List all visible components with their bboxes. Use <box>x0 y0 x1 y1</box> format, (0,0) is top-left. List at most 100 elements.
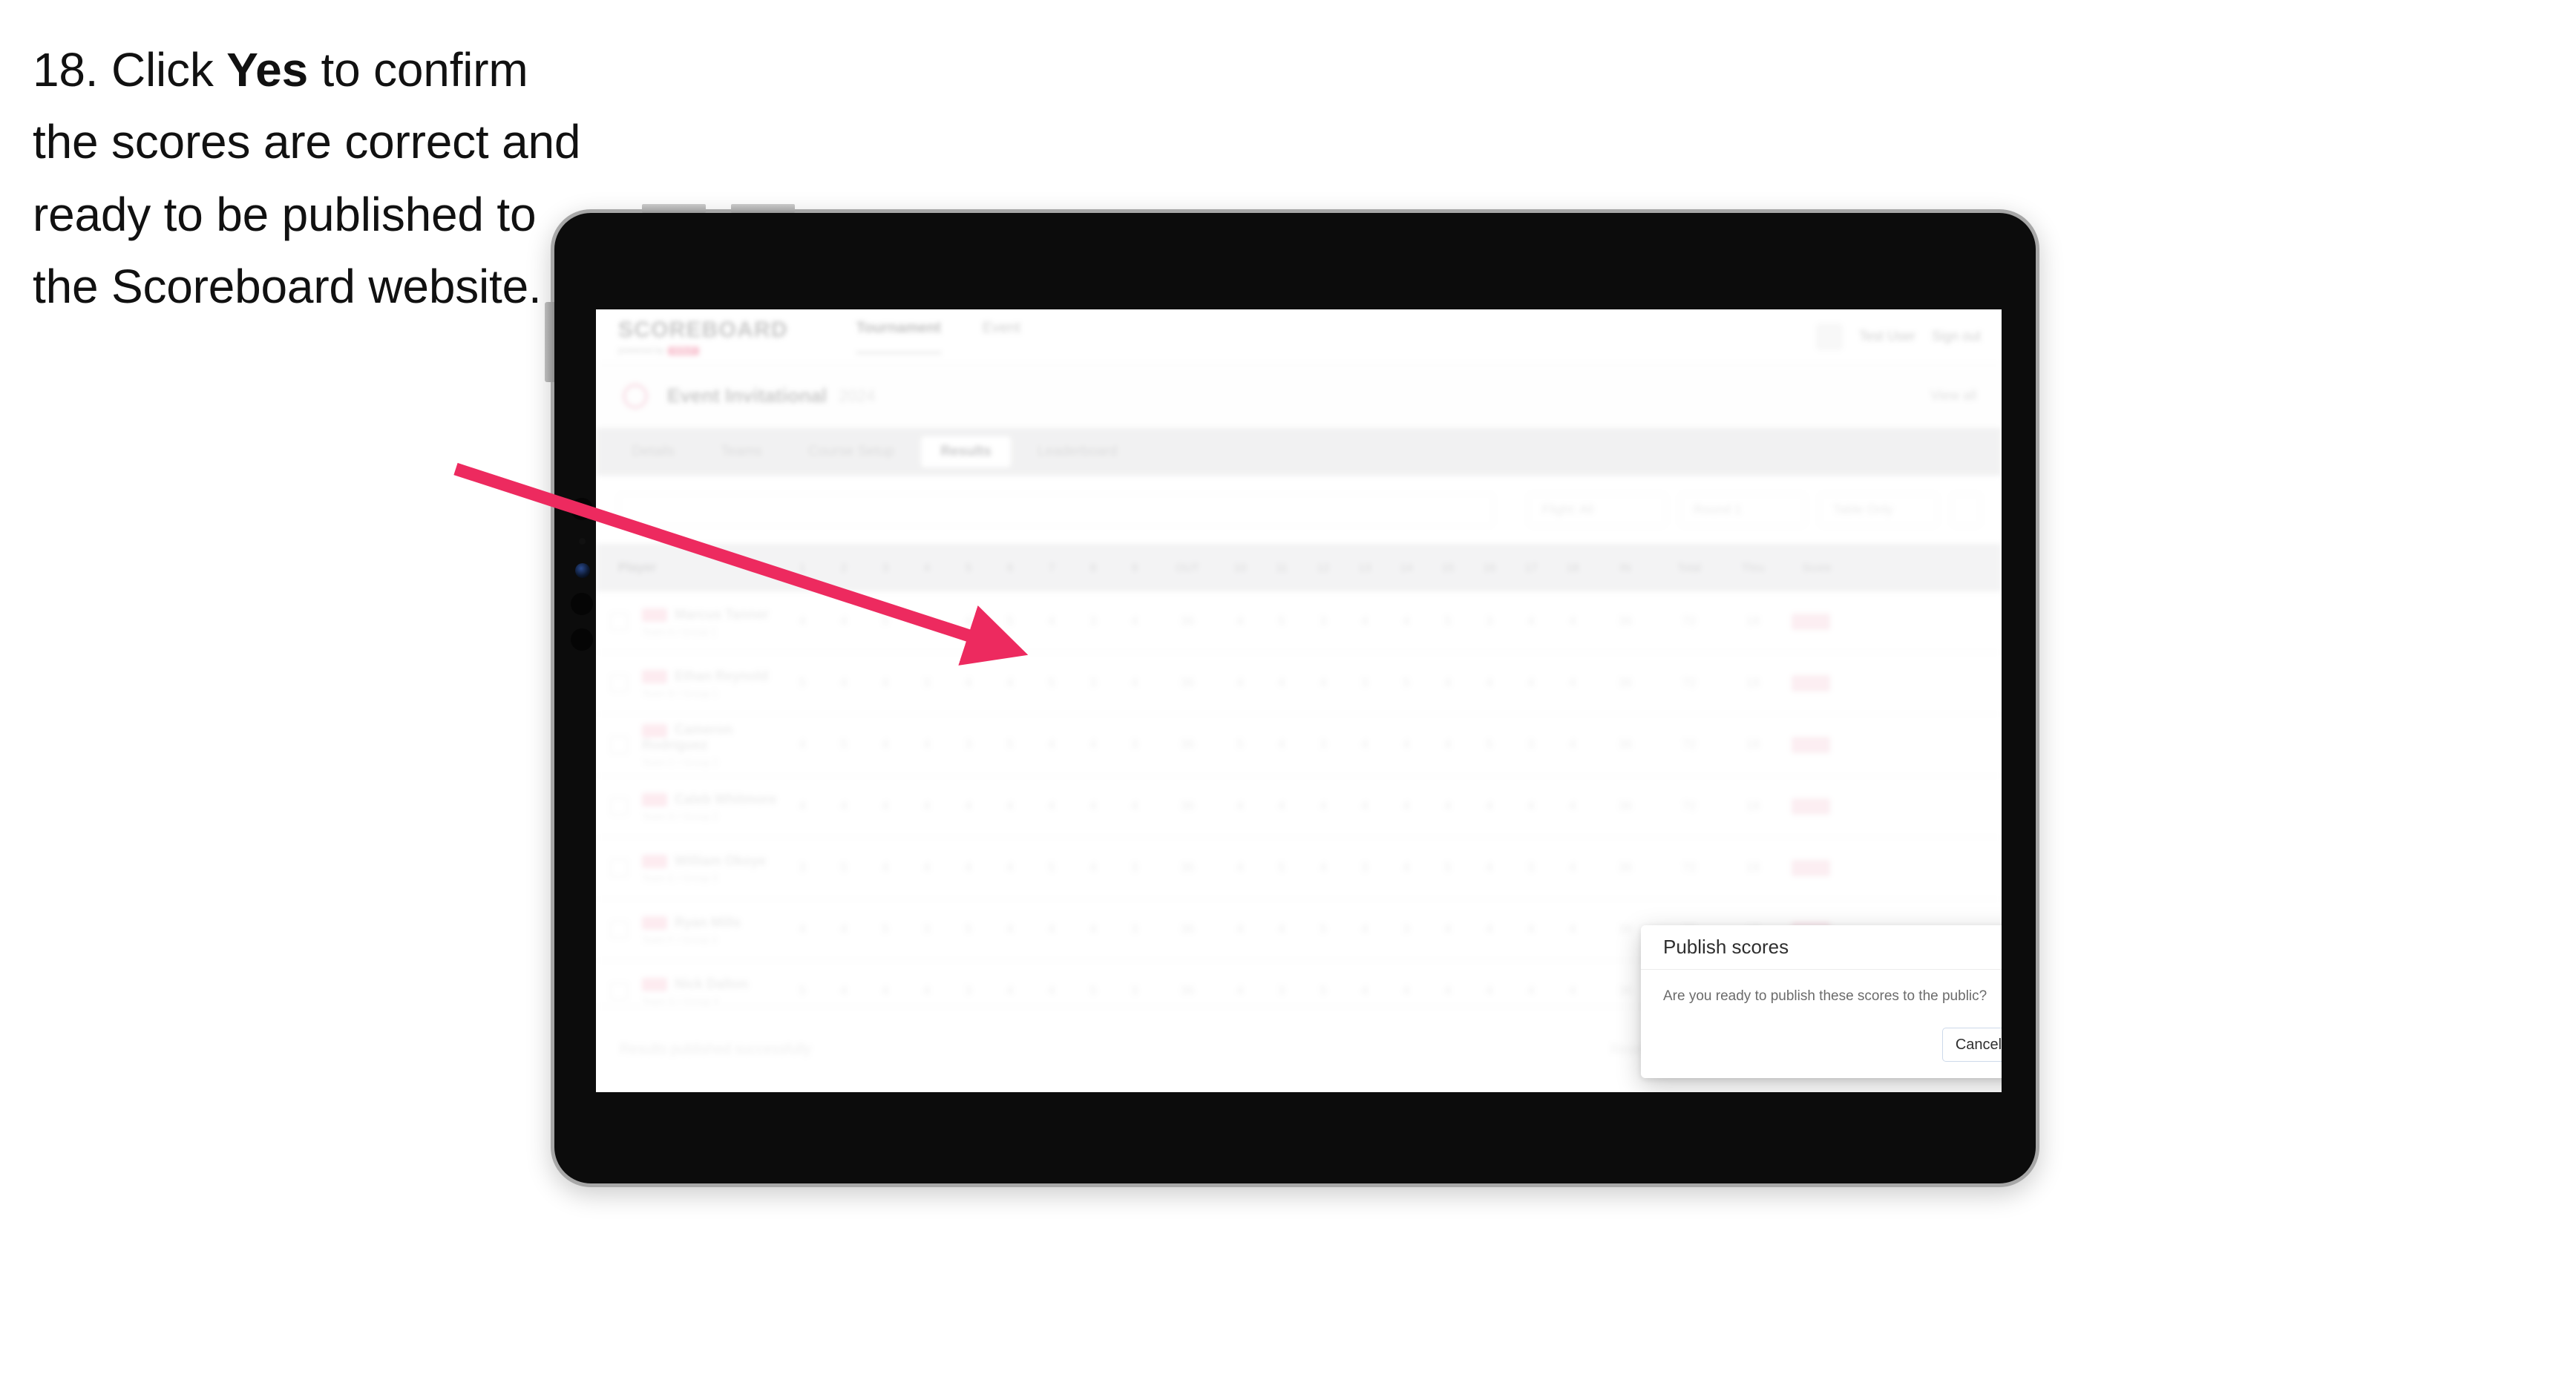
score-cell[interactable]: 18 <box>1721 861 1785 875</box>
score-cell[interactable]: 72 <box>1657 800 1721 813</box>
score-cell[interactable]: 3 <box>1469 615 1510 628</box>
score-cell[interactable]: 18 <box>1721 677 1785 690</box>
score-cell[interactable]: 4 <box>1344 738 1386 752</box>
score-cell[interactable]: 4 <box>1427 985 1469 998</box>
score-cell[interactable]: 5 <box>781 677 823 690</box>
table-row[interactable]: Cameron Rodriguez Team C / Group 24544354… <box>596 715 2002 776</box>
score-cell[interactable]: 4 <box>1261 800 1302 813</box>
score-cell[interactable]: 5 <box>823 861 865 875</box>
score-cell[interactable]: 5 <box>1427 861 1469 875</box>
score-cell[interactable]: 4 <box>1552 861 1593 875</box>
score-cell[interactable]: 5 <box>1072 985 1114 998</box>
score-cell[interactable]: 5 <box>1219 738 1261 752</box>
score-cell[interactable]: 5 <box>865 615 906 628</box>
score-cell[interactable]: 36 <box>1156 738 1219 752</box>
score-cell[interactable]: 4 <box>1386 800 1427 813</box>
row-checkbox[interactable] <box>596 921 642 939</box>
score-cell[interactable]: 4 <box>1552 985 1593 998</box>
score-cell[interactable]: 4 <box>823 800 865 813</box>
score-cell[interactable]: 4 <box>1552 800 1593 813</box>
sign-out-link[interactable]: Sign out <box>1932 329 1981 344</box>
tab-course-setup[interactable]: Course Setup <box>789 436 914 467</box>
score-cell[interactable]: 18 <box>1721 615 1785 628</box>
score-cell[interactable]: 3 <box>1344 861 1386 875</box>
score-cell[interactable]: 4 <box>865 800 906 813</box>
score-cell[interactable]: 36 <box>1593 615 1657 628</box>
score-cell[interactable]: 4 <box>1031 738 1072 752</box>
score-cell[interactable]: 36 <box>1593 861 1657 875</box>
score-cell[interactable]: 18 <box>1721 738 1785 752</box>
score-cell[interactable]: 4 <box>1386 615 1427 628</box>
score-cell[interactable]: 4 <box>989 800 1031 813</box>
score-cell[interactable]: 4 <box>1510 615 1552 628</box>
score-cell[interactable]: 4 <box>1219 800 1261 813</box>
score-cell[interactable]: 4 <box>1219 923 1261 936</box>
row-checkbox[interactable] <box>596 613 642 631</box>
score-cell[interactable]: 4 <box>1427 923 1469 936</box>
score-cell[interactable]: 5 <box>1031 677 1072 690</box>
score-cell[interactable]: 4 <box>1552 615 1593 628</box>
score-cell[interactable]: 4 <box>1469 677 1510 690</box>
score-cell[interactable]: 4 <box>1302 861 1344 875</box>
score-cell[interactable]: 4 <box>1302 677 1344 690</box>
score-cell[interactable]: 4 <box>1344 985 1386 998</box>
score-cell[interactable]: 4 <box>1510 677 1552 690</box>
score-cell[interactable]: 4 <box>1114 677 1156 690</box>
score-cell[interactable]: 3 <box>906 677 948 690</box>
score-cell[interactable]: 3 <box>1114 923 1156 936</box>
score-cell[interactable]: 5 <box>865 923 906 936</box>
score-cell[interactable]: 4 <box>1261 677 1302 690</box>
score-cell[interactable]: 4 <box>865 738 906 752</box>
score-cell[interactable]: 5 <box>1427 615 1469 628</box>
score-cell[interactable]: 4 <box>823 615 865 628</box>
score-cell[interactable]: 4 <box>906 985 948 998</box>
score-cell[interactable]: 4 <box>1114 800 1156 813</box>
score-cell[interactable]: 4 <box>865 861 906 875</box>
nav-item-tournament[interactable]: Tournament <box>856 320 941 354</box>
score-cell[interactable]: 4 <box>1510 923 1552 936</box>
row-checkbox[interactable] <box>596 674 642 692</box>
tab-details[interactable]: Details <box>612 436 694 467</box>
score-cell[interactable]: 4 <box>865 985 906 998</box>
score-cell[interactable]: 72 <box>1657 677 1721 690</box>
reset-link[interactable]: Reset <box>1610 1042 1645 1057</box>
score-cell[interactable]: 18 <box>1721 800 1785 813</box>
score-cell[interactable]: 5 <box>989 615 1031 628</box>
row-checkbox[interactable] <box>596 798 642 815</box>
score-cell[interactable]: 4 <box>1386 861 1427 875</box>
score-cell[interactable]: 4 <box>948 800 989 813</box>
tab-teams[interactable]: Teams <box>701 436 781 467</box>
score-cell[interactable]: 4 <box>1031 923 1072 936</box>
score-cell[interactable]: 3 <box>1114 738 1156 752</box>
score-cell[interactable]: 4 <box>989 985 1031 998</box>
score-cell[interactable]: 36 <box>1156 861 1219 875</box>
score-cell[interactable]: 5 <box>948 923 989 936</box>
score-cell[interactable]: 4 <box>823 677 865 690</box>
brand-logo[interactable]: SCOREBOARD powered by GOLF <box>618 318 788 355</box>
score-cell[interactable]: 4 <box>1427 738 1469 752</box>
nav-item-event[interactable]: Event <box>983 320 1020 354</box>
score-cell[interactable]: 3 <box>1510 738 1552 752</box>
score-cell[interactable]: 4 <box>1302 800 1344 813</box>
settings-icon[interactable] <box>1951 493 1981 526</box>
score-cell[interactable]: 4 <box>1386 738 1427 752</box>
score-cell[interactable]: 36 <box>1593 738 1657 752</box>
score-cell[interactable]: 5 <box>989 738 1031 752</box>
score-cell[interactable]: 4 <box>1219 861 1261 875</box>
score-cell[interactable]: 4 <box>1219 615 1261 628</box>
score-cell[interactable]: 4 <box>1386 985 1427 998</box>
score-cell[interactable]: 4 <box>1114 615 1156 628</box>
score-cell[interactable]: 5 <box>1469 738 1510 752</box>
score-cell[interactable]: 3 <box>906 615 948 628</box>
score-cell[interactable]: 36 <box>1156 800 1219 813</box>
score-cell[interactable]: 4 <box>823 985 865 998</box>
score-cell[interactable]: 3 <box>1261 985 1302 998</box>
score-cell[interactable]: 4 <box>1469 923 1510 936</box>
avatar[interactable] <box>1815 323 1843 350</box>
cancel-button[interactable]: Cancel <box>1942 1028 2002 1062</box>
table-row[interactable]: Ethan Reynold Team B / Group 1 5 4 4 3 4 4 5 3 4 36… <box>596 653 2002 715</box>
score-cell[interactable]: 4 <box>781 615 823 628</box>
score-cell[interactable]: 4 <box>1219 677 1261 690</box>
score-cell[interactable]: 3 <box>1072 615 1114 628</box>
filter-round-dropdown[interactable]: Round 1 <box>1679 493 1806 526</box>
